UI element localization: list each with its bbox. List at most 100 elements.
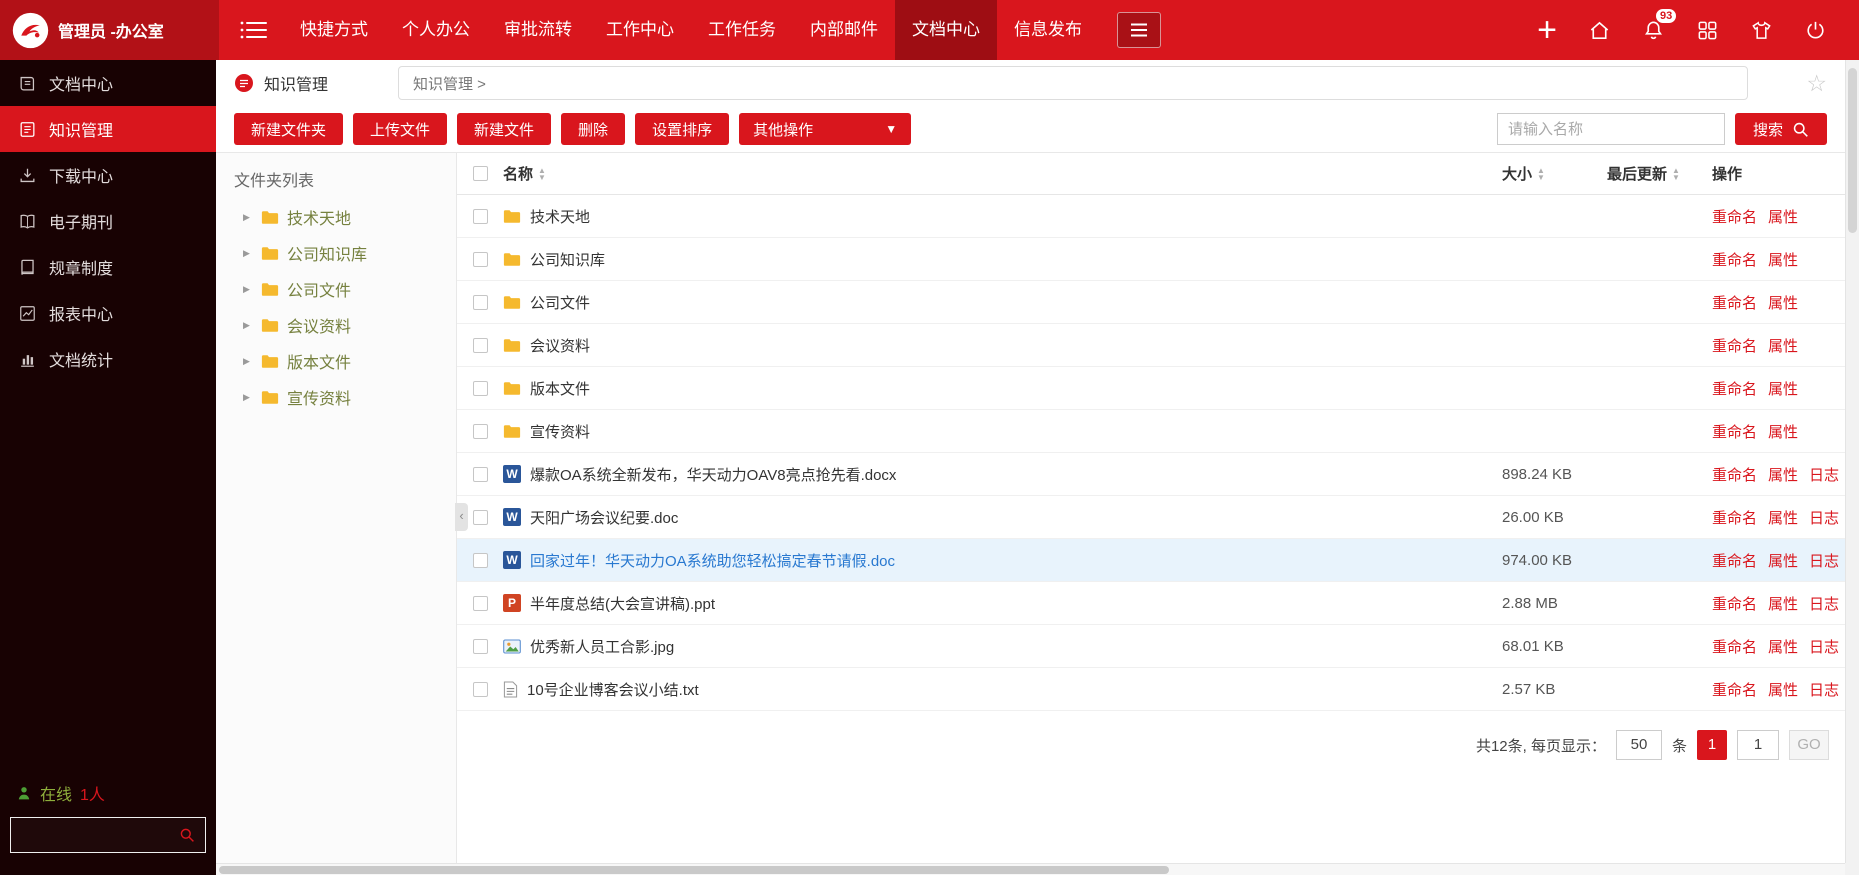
toolbar-button[interactable]: 新建文件夹 [234, 113, 344, 145]
home-icon[interactable] [1588, 19, 1611, 42]
notifications-bell-icon[interactable]: 93 [1642, 7, 1678, 42]
row-action-link[interactable]: 属性 [1768, 421, 1798, 442]
file-name-link[interactable]: 回家过年！华天动力OA系统助您轻松搞定春节请假.doc [530, 550, 895, 571]
expand-arrow-icon[interactable]: ▶ [243, 212, 253, 223]
nav-item[interactable]: 内部邮件 [793, 0, 895, 60]
toolbar-button[interactable]: 新建文件 [457, 113, 552, 145]
row-action-link[interactable]: 属性 [1768, 679, 1798, 700]
row-checkbox[interactable] [472, 681, 488, 697]
folder-name-link[interactable]: 会议资料 [530, 335, 590, 356]
file-name-link[interactable]: 10号企业博客会议小结.txt [527, 679, 699, 700]
file-name-link[interactable]: 天阳广场会议纪要.doc [530, 507, 678, 528]
row-action-link[interactable]: 属性 [1768, 378, 1798, 399]
favorite-star-icon[interactable]: ☆ [1806, 71, 1827, 95]
folder-name-link[interactable]: 版本文件 [530, 378, 590, 399]
power-logout-icon[interactable] [1804, 19, 1827, 42]
folder-name-link[interactable]: 公司知识库 [530, 249, 605, 270]
vertical-scrollbar-thumb[interactable] [1848, 68, 1857, 233]
nav-item[interactable]: 信息发布 [997, 0, 1099, 60]
sidebar-item[interactable]: 知识管理 [0, 106, 216, 152]
expand-arrow-icon[interactable]: ▶ [243, 248, 253, 259]
row-checkbox[interactable] [472, 251, 488, 267]
row-action-link[interactable]: 属性 [1768, 292, 1798, 313]
row-action-link[interactable]: 日志 [1809, 679, 1839, 700]
folder-name-link[interactable]: 公司文件 [530, 292, 590, 313]
go-button[interactable]: GO [1789, 730, 1829, 760]
menu-toggle-icon[interactable] [239, 19, 269, 41]
folder-tree-item[interactable]: ▶ 宣传资料 [216, 379, 456, 415]
row-checkbox[interactable] [472, 552, 488, 568]
sidebar-item[interactable]: 电子期刊 [0, 198, 216, 244]
folder-name-link[interactable]: 宣传资料 [530, 421, 590, 442]
row-action-link[interactable]: 重命名 [1712, 550, 1757, 571]
row-action-link[interactable]: 重命名 [1712, 464, 1757, 485]
file-name-link[interactable]: 爆款OA系统全新发布，华天动力OAV8亮点抢先看.docx [530, 464, 896, 485]
nav-item[interactable]: 个人办公 [385, 0, 487, 60]
file-name-link[interactable]: 优秀新人员工合影.jpg [530, 636, 674, 657]
row-action-link[interactable]: 重命名 [1712, 206, 1757, 227]
sidebar-search-input[interactable] [21, 826, 179, 844]
file-name-link[interactable]: 半年度总结(大会宣讲稿).ppt [530, 593, 715, 614]
row-action-link[interactable]: 重命名 [1712, 679, 1757, 700]
more-actions-button[interactable]: 其他操作 ▼ [739, 113, 912, 145]
horizontal-scrollbar-thumb[interactable] [219, 866, 1169, 874]
row-action-link[interactable]: 重命名 [1712, 378, 1757, 399]
sort-updated-icon[interactable]: ▲ ▼ [1672, 166, 1680, 181]
collapse-pane-handle[interactable]: ‹ [455, 503, 468, 531]
breadcrumb[interactable]: 知识管理 > [398, 66, 1749, 100]
vertical-scrollbar[interactable] [1845, 60, 1859, 863]
row-action-link[interactable]: 属性 [1768, 507, 1798, 528]
row-action-link[interactable]: 属性 [1768, 335, 1798, 356]
sidebar-item[interactable]: 文档统计 [0, 336, 216, 382]
nav-item[interactable]: 工作任务 [691, 0, 793, 60]
row-action-link[interactable]: 日志 [1809, 636, 1839, 657]
expand-arrow-icon[interactable]: ▶ [243, 356, 253, 367]
sidebar-item[interactable]: 报表中心 [0, 290, 216, 336]
toolbar-button[interactable]: 设置排序 [635, 113, 730, 145]
toolbar-button[interactable]: 上传文件 [353, 113, 448, 145]
expand-arrow-icon[interactable]: ▶ [243, 320, 253, 331]
row-action-link[interactable]: 重命名 [1712, 507, 1757, 528]
row-action-link[interactable]: 属性 [1768, 593, 1798, 614]
row-action-link[interactable]: 属性 [1768, 550, 1798, 571]
page-number-input[interactable]: 1 [1737, 730, 1779, 760]
folder-tree-item[interactable]: ▶ 版本文件 [216, 343, 456, 379]
app-logo-icon[interactable] [12, 12, 49, 49]
row-action-link[interactable]: 重命名 [1712, 292, 1757, 313]
sidebar-search-icon[interactable] [179, 827, 195, 843]
expand-arrow-icon[interactable]: ▶ [243, 392, 253, 403]
nav-item[interactable]: 文档中心 [895, 0, 997, 60]
page-size-select[interactable]: 50 [1615, 730, 1662, 760]
row-checkbox[interactable] [472, 509, 488, 525]
row-checkbox[interactable] [472, 380, 488, 396]
current-page-button[interactable]: 1 [1697, 730, 1727, 760]
horizontal-scrollbar[interactable] [216, 863, 1845, 875]
folder-name-link[interactable]: 技术天地 [530, 206, 590, 227]
row-action-link[interactable]: 重命名 [1712, 335, 1757, 356]
nav-item[interactable]: 快捷方式 [283, 0, 385, 60]
row-action-link[interactable]: 属性 [1768, 249, 1798, 270]
folder-tree-item[interactable]: ▶ 会议资料 [216, 307, 456, 343]
apps-grid-icon[interactable] [1696, 19, 1719, 42]
row-action-link[interactable]: 重命名 [1712, 421, 1757, 442]
row-action-link[interactable]: 重命名 [1712, 593, 1757, 614]
row-checkbox[interactable] [472, 638, 488, 654]
toolbar-button[interactable]: 删除 [561, 113, 626, 145]
row-action-link[interactable]: 日志 [1809, 593, 1839, 614]
add-icon[interactable]: + [1537, 13, 1557, 47]
sort-size-icon[interactable]: ▲ ▼ [1537, 166, 1545, 181]
sort-name-icon[interactable]: ▲ ▼ [538, 166, 546, 181]
row-checkbox[interactable] [472, 208, 488, 224]
name-search-input[interactable] [1496, 113, 1725, 145]
row-action-link[interactable]: 重命名 [1712, 249, 1757, 270]
row-action-link[interactable]: 重命名 [1712, 636, 1757, 657]
row-checkbox[interactable] [472, 466, 488, 482]
row-action-link[interactable]: 日志 [1809, 464, 1839, 485]
row-action-link[interactable]: 属性 [1768, 464, 1798, 485]
nav-item[interactable]: 审批流转 [487, 0, 589, 60]
folder-tree-item[interactable]: ▶ 公司文件 [216, 271, 456, 307]
sidebar-item[interactable]: 规章制度 [0, 244, 216, 290]
folder-tree-item[interactable]: ▶ 公司知识库 [216, 235, 456, 271]
row-checkbox[interactable] [472, 595, 488, 611]
row-checkbox[interactable] [472, 423, 488, 439]
